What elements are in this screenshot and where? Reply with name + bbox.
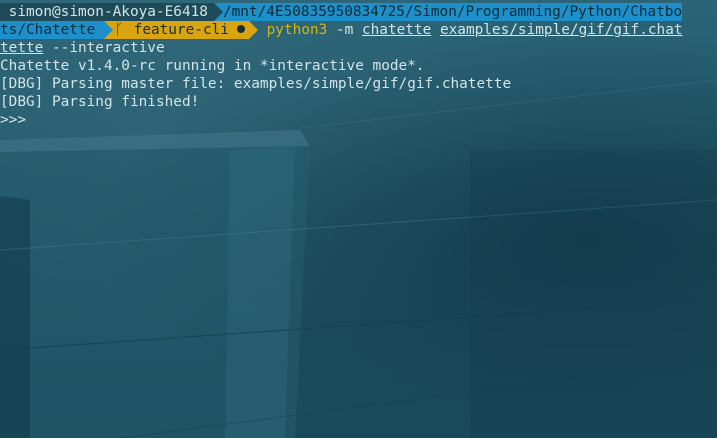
command-continuation-line: tette --interactive xyxy=(0,39,717,57)
user-host-segment: simon@simon-Akoya-E6418 xyxy=(0,3,214,21)
repl-prompt[interactable]: >>> xyxy=(0,111,717,129)
output-line: [DBG] Parsing finished! xyxy=(0,94,200,110)
output-line: Chatette v1.4.0-rc running in *interacti… xyxy=(0,58,425,74)
output-line: [DBG] Parsing master file: examples/simp… xyxy=(0,76,512,92)
user-host-label: simon@simon-Akoya-E6418 xyxy=(8,4,208,20)
powerline-end-arrow xyxy=(248,21,258,39)
command-flag: -m xyxy=(335,22,354,38)
path-label-part2: ts/Chatette xyxy=(0,22,96,38)
prompt-line-2: ts/Chatette ᚴ feature-cli python3 -m cha… xyxy=(0,21,717,39)
git-dirty-indicator-icon xyxy=(236,25,245,33)
command-module: chatette xyxy=(361,22,432,38)
path-label-part1: /mnt/4E50835950834725/Simon/Programming/… xyxy=(222,4,683,20)
git-segment: ᚴ feature-cli xyxy=(112,21,249,39)
path-segment-continued: ts/Chatette xyxy=(0,21,104,39)
command-program: python3 xyxy=(266,22,328,38)
git-branch-icon: ᚴ xyxy=(114,22,124,38)
powerline-separator-arrow xyxy=(213,3,223,21)
terminal-output[interactable]: simon@simon-Akoya-E6418/mnt/4E5083595083… xyxy=(0,3,717,129)
prompt-line-1: simon@simon-Akoya-E6418/mnt/4E5083595083… xyxy=(0,3,717,21)
command-flag-interactive: --interactive xyxy=(43,40,165,56)
powerline-separator-arrow xyxy=(103,21,113,39)
command-argument-wrapped: tette xyxy=(0,40,44,56)
command-argument: examples/simple/gif/gif.chat xyxy=(439,22,683,38)
git-branch-label: feature-cli xyxy=(133,22,229,38)
path-segment: /mnt/4E50835950834725/Simon/Programming/… xyxy=(222,3,683,21)
